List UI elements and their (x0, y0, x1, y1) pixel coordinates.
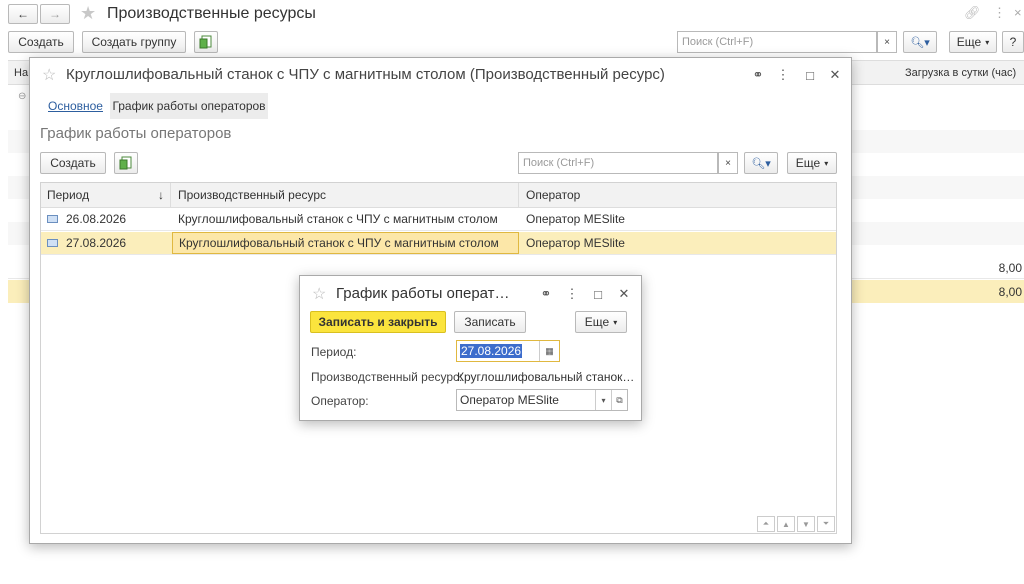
more-vert-icon[interactable]: ⋮ (564, 286, 580, 302)
operator-label: Оператор: (311, 394, 369, 408)
period-field[interactable]: 27.08.2026 ▦ (456, 340, 560, 362)
sort-arrow-icon: ↓ (158, 188, 164, 202)
open-icon[interactable]: ⧉ (611, 390, 627, 410)
more-button[interactable]: Еще ▾ (575, 311, 627, 333)
load-cell: 8,00 (998, 285, 1022, 299)
search-icon: 🔍︎▾ (910, 36, 930, 49)
close-icon[interactable]: ✕ (616, 286, 632, 302)
tab-label: График работы операторов (112, 99, 266, 113)
calendar-icon[interactable]: ▦ (539, 341, 559, 361)
search-input[interactable]: Поиск (Ctrl+F) (518, 152, 718, 174)
resource-value: Круглошлифовальный станок… (457, 370, 635, 384)
period-value: 27.08.2026 (66, 236, 127, 250)
close-icon[interactable]: ✕ (827, 67, 843, 83)
save-close-button[interactable]: Записать и закрыть (310, 311, 446, 333)
help-button[interactable]: ? (1002, 31, 1024, 53)
search-clear-button[interactable]: × (877, 31, 897, 53)
column-header-first: На (14, 67, 29, 79)
period-value: 26.08.2026 (66, 212, 127, 226)
forward-button[interactable]: → (40, 4, 70, 24)
favorite-star-icon[interactable]: ☆ (312, 284, 326, 304)
load-cell: 8,00 (998, 261, 1022, 275)
link-icon[interactable]: ⚭ (750, 67, 766, 83)
close-icon[interactable]: × (1014, 5, 1022, 20)
chevron-down-icon: ▾ (985, 37, 990, 47)
link-icon[interactable]: 🔗︎ (964, 5, 981, 21)
more-label: Еще (956, 35, 982, 49)
window-title: График работы операт… (336, 285, 510, 302)
chevron-down-icon: ▾ (824, 158, 829, 168)
table-header: Период ↓ Производственный ресурс Оператор (41, 183, 836, 208)
search-icon: 🔍︎▾ (751, 157, 771, 170)
scroll-up-button[interactable]: ▲ (777, 516, 795, 532)
window-title: Круглошлифовальный станок с ЧПУ с магнит… (66, 66, 665, 83)
scroll-nav: ⏶ ▲ ▼ ⏷ (757, 516, 837, 534)
more-button[interactable]: Еще ▾ (949, 31, 997, 53)
copy-icon[interactable] (194, 31, 218, 53)
tab-operator-schedule[interactable]: График работы операторов (110, 93, 268, 119)
scroll-top-button[interactable]: ⏶ (757, 516, 775, 532)
chevron-down-icon: ▾ (613, 317, 618, 327)
resource-cell: Круглошлифовальный станок с ЧПУ с магнит… (172, 232, 519, 254)
more-label: Еще (795, 156, 821, 170)
column-header-load: Загрузка в сутки (час) (905, 67, 1017, 79)
period-cell: 27.08.2026 (41, 232, 171, 254)
save-button[interactable]: Записать (454, 311, 526, 333)
record-window: ☆ График работы операт… ⚭ ⋮ □ ✕ Записать… (299, 275, 642, 421)
column-header-resource[interactable]: Производственный ресурс (172, 183, 519, 207)
column-header-operator[interactable]: Оператор (520, 183, 836, 207)
search-input[interactable]: Поиск (Ctrl+F) (677, 31, 877, 53)
operator-value: Оператор MESlite (460, 393, 559, 407)
more-vert-icon[interactable]: ⋮ (993, 5, 1006, 21)
search-button[interactable]: 🔍︎▾ (903, 31, 937, 53)
scroll-down-button[interactable]: ▼ (797, 516, 815, 532)
main-toolbar: Создать Создать группу Поиск (Ctrl+F) × … (0, 30, 1024, 56)
link-icon[interactable]: ⚭ (538, 286, 554, 302)
operator-cell: Оператор MESlite (526, 236, 625, 250)
more-label: Еще (584, 315, 610, 329)
maximize-icon[interactable]: □ (802, 67, 818, 83)
favorite-star-icon[interactable]: ☆ (42, 65, 56, 85)
table-row[interactable]: 26.08.2026 Круглошлифовальный станок с Ч… (41, 208, 836, 231)
tab-main[interactable]: Основное (48, 99, 103, 113)
back-button[interactable]: ← (8, 4, 38, 24)
group-collapse-icon[interactable]: ⊖ (18, 91, 26, 102)
more-vert-icon[interactable]: ⋮ (775, 67, 791, 83)
period-label: Период: (311, 345, 357, 359)
page-title: Производственные ресурсы (107, 5, 316, 22)
create-group-button[interactable]: Создать группу (82, 31, 186, 53)
column-label: Период (47, 188, 90, 202)
more-button[interactable]: Еще ▾ (787, 152, 837, 174)
dropdown-icon[interactable]: ▾ (595, 390, 611, 410)
search-button[interactable]: 🔍︎▾ (744, 152, 778, 174)
main-header: ← → ★ Производственные ресурсы 🔗︎ ⋮ × (0, 0, 1024, 28)
operator-cell: Оператор MESlite (526, 212, 625, 226)
favorite-star-icon[interactable]: ★ (80, 3, 96, 24)
column-header-period[interactable]: Период ↓ (41, 183, 171, 207)
section-title: График работы операторов (40, 125, 232, 142)
create-button[interactable]: Создать (40, 152, 106, 174)
maximize-icon[interactable]: □ (590, 286, 606, 302)
operator-field[interactable]: Оператор MESlite ▾ ⧉ (456, 389, 628, 411)
copy-icon[interactable] (114, 152, 138, 174)
create-button[interactable]: Создать (8, 31, 74, 53)
table-row-selected[interactable]: 27.08.2026 Круглошлифовальный станок с Ч… (41, 232, 836, 255)
record-icon (47, 215, 58, 223)
period-cell: 26.08.2026 (41, 208, 171, 230)
scroll-bottom-button[interactable]: ⏷ (817, 516, 835, 532)
resource-cell: Круглошлифовальный станок с ЧПУ с магнит… (178, 212, 498, 226)
record-icon (47, 239, 58, 247)
resource-label: Производственный ресурс: (311, 370, 463, 384)
period-value: 27.08.2026 (460, 344, 523, 358)
search-clear-button[interactable]: × (718, 152, 738, 174)
